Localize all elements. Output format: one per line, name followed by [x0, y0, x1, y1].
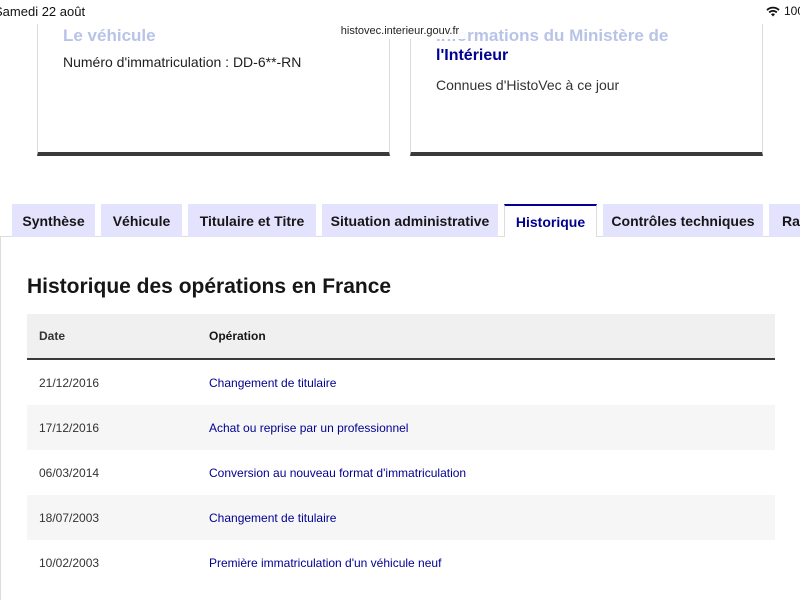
- row-date: 10/02/2003: [39, 555, 100, 570]
- tab-historique[interactable]: Historique: [504, 204, 597, 238]
- battery-percent: 100: [783, 4, 800, 18]
- tab-synthese[interactable]: Synthèse: [12, 204, 95, 237]
- tab-rapport[interactable]: Rap: [769, 204, 800, 237]
- history-title: Historique des opérations en France: [27, 275, 392, 298]
- header-date: Date: [39, 329, 66, 343]
- row-date: 21/12/2016: [39, 375, 100, 390]
- row-date: 18/07/2003: [39, 510, 100, 525]
- tab-titulaire-et-titre[interactable]: Titulaire et Titre: [188, 204, 316, 237]
- history-table-header: Date Opération: [27, 314, 775, 360]
- row-operation: Changement de titulaire: [209, 510, 337, 525]
- row-date: 06/03/2014: [39, 465, 100, 480]
- tab-situation-administrative[interactable]: Situation administrative: [322, 204, 498, 237]
- table-row: 06/03/2014 Conversion au nouveau format …: [27, 450, 775, 495]
- status-bar: Samedi 22 août 100: [0, 0, 800, 24]
- wifi-icon: [766, 6, 780, 17]
- history-table: Date Opération 21/12/2016 Changement de …: [27, 314, 775, 585]
- report-tabs: Synthèse Véhicule Titulaire et Titre Sit…: [0, 204, 800, 238]
- table-row: 18/07/2003 Changement de titulaire: [27, 495, 775, 540]
- status-date: Samedi 22 août: [0, 4, 86, 19]
- tab-controles-techniques[interactable]: Contrôles techniques: [603, 204, 763, 237]
- row-operation: Changement de titulaire: [209, 375, 337, 390]
- tab-vehicule[interactable]: Véhicule: [101, 204, 182, 237]
- table-row: 17/12/2016 Achat ou reprise par un profe…: [27, 405, 775, 450]
- registration-number: Numéro d'immatriculation : DD-6**-RN: [63, 54, 302, 70]
- ministry-card-title: l'Intérieur: [436, 47, 509, 64]
- ministry-card-subtitle: Connues d'HistoVec à ce jour: [436, 77, 620, 93]
- historique-panel: Historique des opérations en France Date…: [0, 237, 800, 600]
- row-date: 17/12/2016: [39, 420, 100, 435]
- header-operation: Opération: [209, 329, 266, 343]
- row-operation: Achat ou reprise par un professionnel: [209, 420, 409, 435]
- table-row: 10/02/2003 Première immatriculation d'un…: [27, 540, 775, 585]
- row-operation: Première immatriculation d'un véhicule n…: [209, 555, 442, 570]
- status-indicators: 100: [766, 4, 800, 18]
- row-operation: Conversion au nouveau format d'immatricu…: [209, 465, 467, 480]
- address-bar-url[interactable]: histovec.interieur.gouv.fr: [0, 23, 800, 39]
- table-row: 21/12/2016 Changement de titulaire: [27, 360, 775, 405]
